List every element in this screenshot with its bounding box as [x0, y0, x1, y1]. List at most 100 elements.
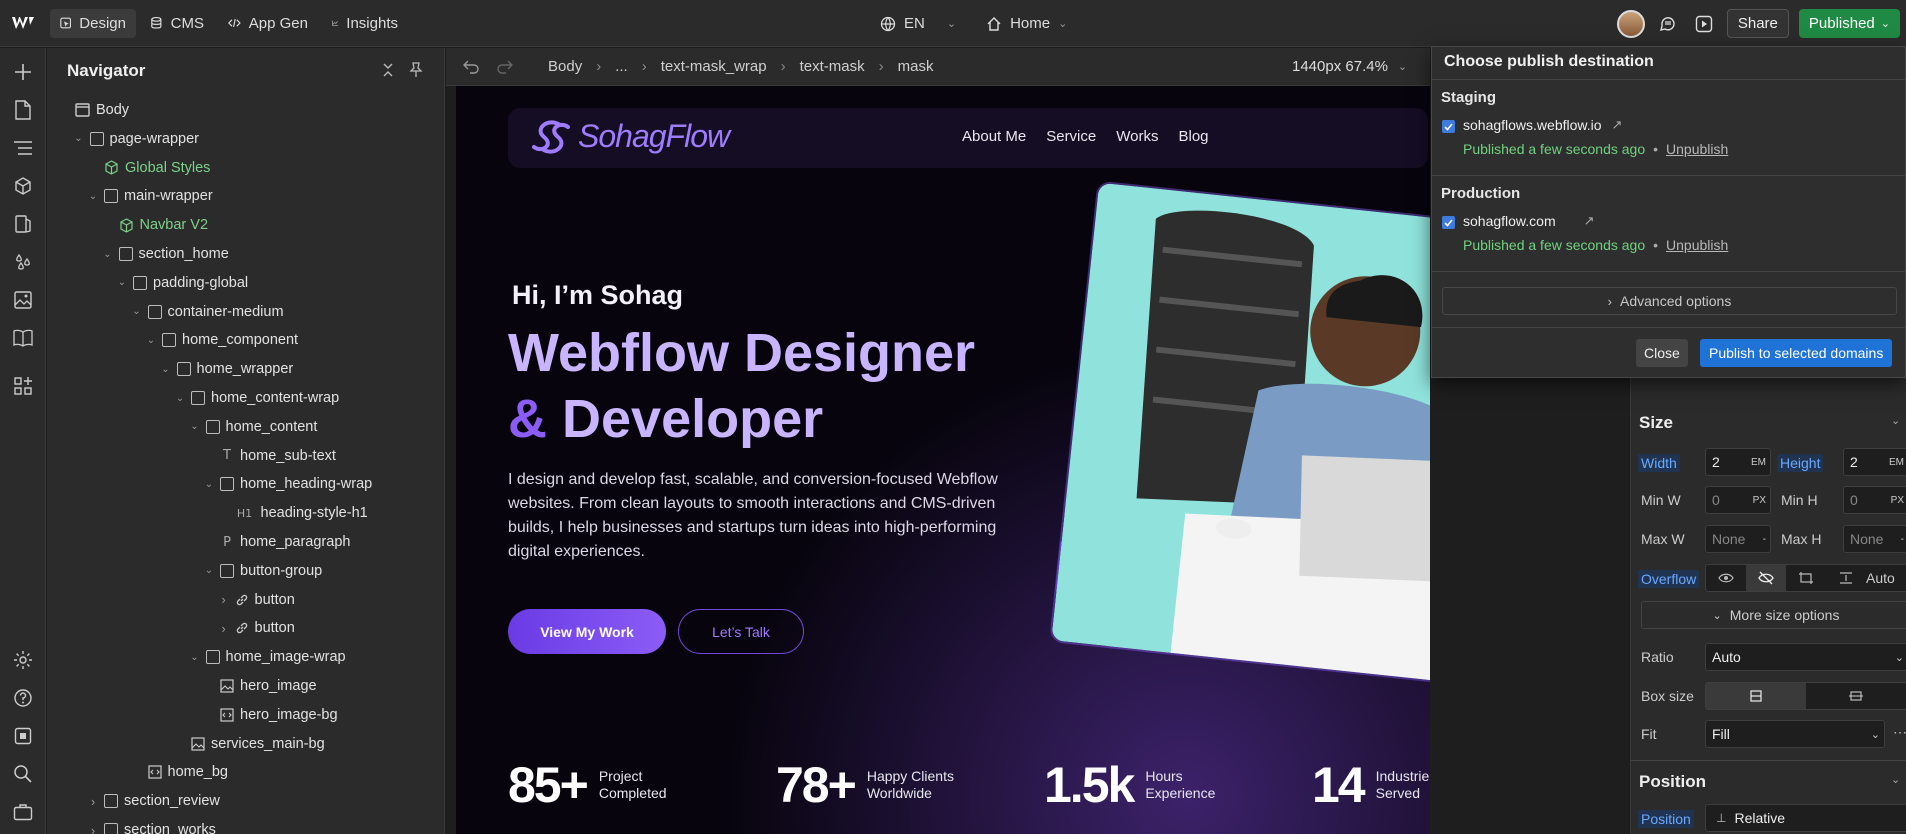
redo-icon[interactable]: [496, 58, 514, 74]
briefcase-icon[interactable]: [11, 800, 35, 824]
navigator-node[interactable]: Body: [59, 98, 129, 122]
staging-unpublish-link[interactable]: Unpublish: [1666, 141, 1728, 157]
chevron-down-icon[interactable]: ⌄: [190, 652, 200, 663]
max-width-input[interactable]: None -: [1705, 525, 1771, 553]
scroll-vertical-icon[interactable]: [1826, 565, 1866, 591]
width-label[interactable]: Width: [1638, 454, 1680, 472]
collapse-icon[interactable]: [381, 62, 395, 78]
staging-checkbox[interactable]: [1442, 120, 1455, 133]
navigator-node[interactable]: ⌄ container-medium: [132, 300, 283, 324]
pin-icon[interactable]: [409, 62, 423, 78]
min-width-unit[interactable]: PX: [1753, 495, 1766, 506]
chevron-down-icon[interactable]: ⌄: [190, 421, 200, 432]
ratio-select[interactable]: Auto ⌄: [1705, 643, 1906, 671]
assets-icon[interactable]: [11, 288, 35, 312]
chevron-down-icon[interactable]: ⌄: [204, 479, 214, 490]
position-label[interactable]: Position: [1638, 810, 1694, 828]
site-brand[interactable]: SohagFlow: [530, 118, 730, 155]
settings-gear-icon[interactable]: [11, 648, 35, 672]
navigator-node[interactable]: ⌄ home_heading-wrap: [204, 472, 372, 496]
chevron-down-icon[interactable]: ⌄: [161, 364, 171, 375]
height-unit[interactable]: EM: [1889, 457, 1904, 468]
navigator-node[interactable]: home_bg: [132, 760, 228, 784]
navigator-node[interactable]: ⌄ padding-global: [117, 271, 248, 295]
navigator-node[interactable]: ⌄ home_content-wrap: [175, 386, 339, 410]
navigator-node[interactable]: › button: [219, 588, 295, 612]
publish-selected-button[interactable]: Publish to selected domains: [1700, 339, 1893, 367]
apps-icon[interactable]: [11, 374, 35, 398]
tab-design[interactable]: Design: [50, 8, 136, 38]
chevron-down-icon[interactable]: ⌄: [103, 249, 113, 260]
add-icon[interactable]: [11, 60, 35, 84]
breadcrumb-mask[interactable]: mask: [898, 58, 934, 75]
position-section-title[interactable]: Position: [1639, 772, 1706, 792]
tab-insights[interactable]: Insights: [322, 9, 408, 38]
breakpoint-zoom[interactable]: 1440px 67.4% ⌄: [1292, 58, 1407, 75]
chevron-down-icon[interactable]: ⌄: [74, 133, 84, 144]
navigator-node[interactable]: ⌄ home_wrapper: [161, 357, 293, 381]
width-input[interactable]: 2 EM: [1705, 448, 1771, 476]
lets-talk-button[interactable]: Let’s Talk: [678, 609, 804, 654]
publish-button[interactable]: Published ⌄: [1798, 9, 1900, 38]
scroll-icon[interactable]: [1786, 565, 1826, 591]
navigator-node[interactable]: ⌄ home_component: [146, 328, 298, 352]
more-size-options[interactable]: ⌄ More size options: [1641, 601, 1906, 629]
view-work-button[interactable]: View My Work: [508, 609, 666, 654]
record-icon[interactable]: [11, 724, 35, 748]
components-icon[interactable]: [11, 174, 35, 198]
position-select[interactable]: ⊥ Relative: [1705, 804, 1906, 832]
chevron-right-icon[interactable]: ›: [219, 592, 229, 607]
size-section-title[interactable]: Size: [1639, 413, 1673, 433]
min-width-input[interactable]: 0 PX: [1705, 486, 1771, 514]
locale-select[interactable]: EN ⌄: [880, 15, 956, 32]
navigator-node[interactable]: › section_works: [88, 818, 216, 834]
eye-off-icon[interactable]: [1746, 565, 1786, 591]
navigator-node[interactable]: H1 heading-style-h1: [219, 501, 368, 525]
webflow-logo-icon[interactable]: [0, 0, 46, 47]
external-link-icon[interactable]: ↗: [1612, 117, 1623, 133]
max-height-input[interactable]: None -: [1843, 525, 1906, 553]
navigator-node[interactable]: ⌄ page-wrapper: [74, 127, 199, 151]
chevron-right-icon[interactable]: ›: [88, 823, 98, 834]
advanced-options-toggle[interactable]: › Advanced options: [1442, 287, 1897, 315]
hero-image[interactable]: [1051, 182, 1430, 690]
content-box-icon[interactable]: [1806, 683, 1906, 709]
chevron-down-icon[interactable]: ⌄: [146, 335, 156, 346]
chevron-down-icon[interactable]: ⌄: [88, 191, 98, 202]
help-icon[interactable]: [11, 686, 35, 710]
breadcrumb-text-mask-wrap[interactable]: text-mask_wrap: [661, 58, 767, 75]
navigator-node[interactable]: hero_image-bg: [204, 703, 338, 727]
navigator-node[interactable]: › section_review: [88, 789, 220, 813]
production-checkbox[interactable]: [1442, 216, 1455, 229]
navigator-node[interactable]: ⌄ home_content: [190, 415, 317, 439]
height-label[interactable]: Height: [1777, 454, 1824, 472]
min-height-input[interactable]: 0 PX: [1843, 486, 1906, 514]
more-icon[interactable]: ⋯: [1893, 724, 1906, 741]
navigator-node[interactable]: ⌄ home_image-wrap: [190, 645, 345, 669]
chevron-down-icon[interactable]: ⌄: [117, 277, 127, 288]
navigator-node[interactable]: services_main-bg: [175, 732, 325, 756]
external-link-icon[interactable]: ↗: [1584, 213, 1595, 229]
navigator-node[interactable]: Phome_paragraph: [204, 530, 350, 554]
site-link-about[interactable]: About Me: [962, 128, 1026, 145]
overflow-label[interactable]: Overflow: [1638, 570, 1700, 588]
navigator-node[interactable]: ⌄ main-wrapper: [88, 184, 213, 208]
design-canvas[interactable]: SohagFlow About Me Service Works Blog Hi…: [456, 86, 1430, 834]
chevron-right-icon[interactable]: ›: [219, 621, 229, 636]
undo-icon[interactable]: [462, 58, 480, 74]
width-unit[interactable]: EM: [1751, 457, 1766, 468]
chevron-down-icon[interactable]: ⌄: [132, 306, 142, 317]
book-icon[interactable]: [11, 326, 35, 350]
navigator-node[interactable]: Navbar V2: [103, 213, 208, 237]
breadcrumb-more[interactable]: ...: [615, 58, 628, 75]
navigator-node[interactable]: Global Styles: [88, 156, 210, 180]
site-link-works[interactable]: Works: [1116, 128, 1158, 145]
tab-app-gen[interactable]: App Gen: [218, 9, 318, 38]
chevron-down-icon[interactable]: ⌄: [204, 565, 214, 576]
navigator-node[interactable]: ⌄ button-group: [204, 559, 322, 583]
navigator-node[interactable]: › button: [219, 616, 295, 640]
min-height-unit[interactable]: PX: [1891, 495, 1904, 506]
chevron-down-icon[interactable]: ⌄: [175, 393, 185, 404]
fit-select[interactable]: Fill ⌄: [1705, 720, 1885, 748]
breadcrumb-text-mask[interactable]: text-mask: [800, 58, 865, 75]
